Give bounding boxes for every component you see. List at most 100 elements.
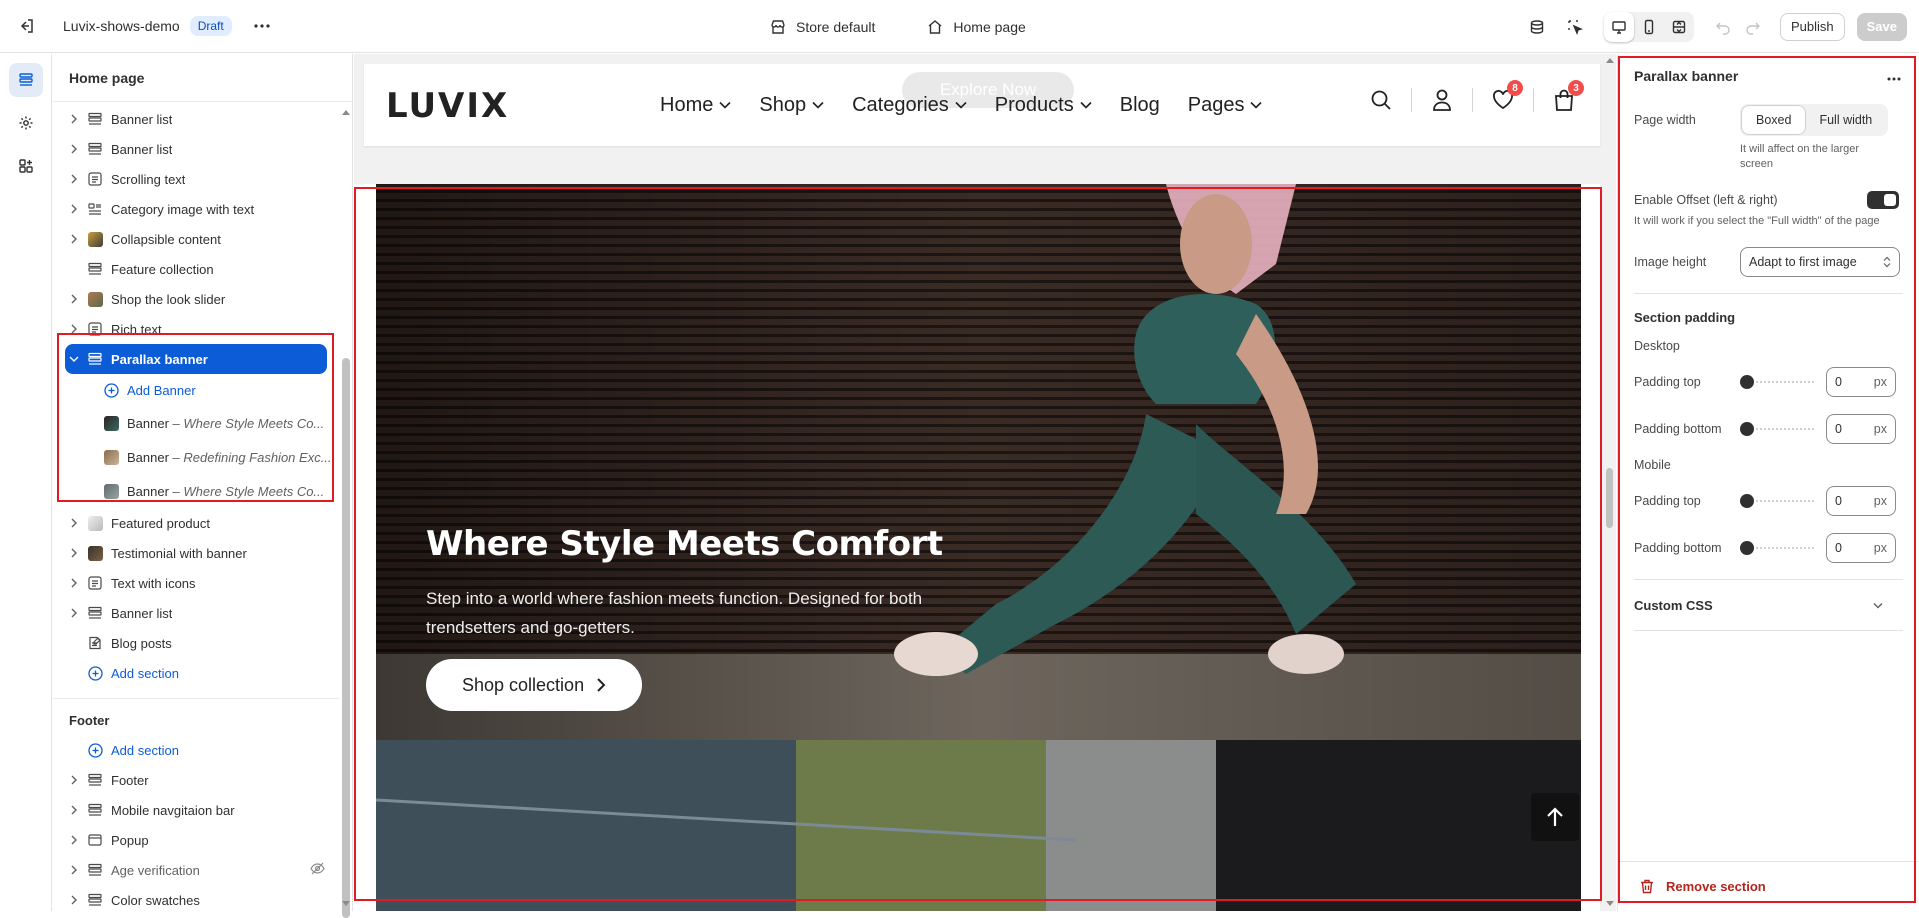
preview-scrollbar[interactable]: [1603, 54, 1616, 911]
redo-button[interactable]: [1738, 12, 1768, 42]
image-text-icon: [87, 201, 103, 217]
chevron-right-icon[interactable]: [67, 234, 81, 244]
sections-sidebar: Home page Banner list Banner list Scroll…: [53, 54, 353, 918]
block-item[interactable]: Banner – Where Style Meets Co...: [53, 474, 339, 508]
shop-collection-button[interactable]: Shop collection: [426, 659, 643, 711]
nav-item-home[interactable]: Home: [660, 94, 731, 117]
cart-icon[interactable]: 3: [1552, 80, 1584, 112]
publish-button[interactable]: Publish: [1779, 12, 1845, 41]
nav-item-blog[interactable]: Blog: [1120, 94, 1160, 117]
nav-item-products[interactable]: Products: [995, 94, 1092, 117]
mobile-padding-top-slider[interactable]: [1740, 493, 1816, 509]
add-footer-section-button[interactable]: Add section: [53, 735, 339, 765]
offset-toggle[interactable]: [1867, 191, 1899, 209]
settings-more-button[interactable]: [1887, 68, 1901, 84]
mobile-padding-top-input[interactable]: 0 px: [1826, 486, 1896, 516]
parallax-banner-section[interactable]: Where Style Meets Comfort Step into a wo…: [354, 184, 1600, 911]
undo-button[interactable]: [1708, 12, 1738, 42]
eye-off-icon[interactable]: [310, 862, 325, 878]
chevron-right-icon[interactable]: [67, 865, 81, 875]
theme-settings-tab-button[interactable]: [9, 106, 43, 140]
desktop-padding-top-slider[interactable]: [1740, 374, 1816, 390]
chevron-right-icon[interactable]: [67, 608, 81, 618]
fullscreen-view-button[interactable]: [1664, 12, 1694, 42]
section-item[interactable]: Feature collection: [53, 254, 339, 284]
mobile-padding-bottom-input[interactable]: 0 px: [1826, 533, 1896, 563]
account-icon[interactable]: [1430, 88, 1454, 112]
more-actions-button[interactable]: [248, 12, 276, 40]
add-banner-button[interactable]: Add Banner: [53, 374, 339, 406]
chevron-right-icon[interactable]: [67, 174, 81, 184]
desktop-padding-top-input[interactable]: 0 px: [1826, 367, 1896, 397]
section-item[interactable]: Featured product: [53, 508, 339, 538]
section-item[interactable]: Footer: [53, 765, 339, 795]
section-item[interactable]: Category image with text: [53, 194, 339, 224]
custom-css-accordion[interactable]: Custom CSS: [1618, 580, 1919, 630]
section-item[interactable]: Color swatches: [53, 885, 339, 911]
chevron-right-icon[interactable]: [67, 324, 81, 334]
chevron-right-icon[interactable]: [67, 835, 81, 845]
mobile-padding-bottom-slider[interactable]: [1740, 540, 1816, 556]
store-context-label: Store default: [796, 18, 876, 35]
section-item-parallax-banner[interactable]: Parallax banner: [65, 344, 327, 374]
store-context-selector[interactable]: Store default: [770, 19, 875, 35]
section-item[interactable]: Banner list: [53, 134, 339, 164]
section-item[interactable]: Mobile navgitaion bar: [53, 795, 339, 825]
image-height-select[interactable]: Adapt to first image: [1740, 247, 1900, 277]
desktop-padding-bottom-slider[interactable]: [1740, 421, 1816, 437]
mobile-view-button[interactable]: [1634, 12, 1664, 42]
section-item[interactable]: Scrolling text: [53, 164, 339, 194]
nav-item-shop[interactable]: Shop: [759, 94, 824, 117]
inspector-button[interactable]: [1560, 12, 1590, 42]
chevron-right-icon: [597, 678, 606, 692]
chevron-right-icon[interactable]: [67, 578, 81, 588]
section-item[interactable]: Banner list: [53, 104, 339, 134]
save-button[interactable]: Save: [1856, 12, 1907, 41]
section-label: Footer: [111, 772, 149, 788]
desktop-padding-bottom-label: Padding bottom: [1634, 422, 1722, 436]
section-item[interactable]: Blog posts: [53, 628, 339, 658]
block-item[interactable]: Banner – Redefining Fashion Exc...: [53, 440, 339, 474]
page-width-full-option[interactable]: Full width: [1805, 106, 1886, 134]
desktop-view-button[interactable]: [1603, 11, 1634, 42]
desktop-padding-bottom-input[interactable]: 0 px: [1826, 414, 1896, 444]
section-item[interactable]: Testimonial with banner: [53, 538, 339, 568]
chevron-right-icon[interactable]: [67, 114, 81, 124]
page-selector[interactable]: Home page: [927, 18, 1026, 35]
chevron-right-icon[interactable]: [67, 805, 81, 815]
wishlist-icon[interactable]: 8: [1491, 80, 1523, 112]
exit-button[interactable]: [0, 0, 53, 53]
apps-tab-button[interactable]: [9, 149, 43, 183]
sections-tab-button[interactable]: [9, 63, 43, 97]
section-item[interactable]: Age verification: [53, 855, 339, 885]
remove-section-button[interactable]: Remove section: [1618, 861, 1918, 911]
section-item[interactable]: Shop the look slider: [53, 284, 339, 314]
chevron-right-icon[interactable]: [67, 548, 81, 558]
scroll-to-top-button[interactable]: [1531, 793, 1579, 841]
chevron-down-icon[interactable]: [67, 355, 81, 363]
search-icon[interactable]: [1369, 88, 1393, 112]
section-item[interactable]: Banner list: [53, 598, 339, 628]
database-button[interactable]: [1522, 12, 1552, 42]
sidebar-scrollbar[interactable]: [340, 108, 350, 918]
section-item[interactable]: Rich text: [53, 314, 339, 344]
page-width-boxed-option[interactable]: Boxed: [1742, 106, 1806, 134]
block-item[interactable]: Banner – Where Style Meets Co...: [53, 406, 339, 440]
add-section-button[interactable]: Add section: [53, 658, 339, 688]
banner-list-icon: [87, 111, 103, 127]
nav-item-pages[interactable]: Pages: [1188, 94, 1263, 117]
chevron-right-icon[interactable]: [67, 518, 81, 528]
store-logo[interactable]: LUVIX: [386, 86, 509, 126]
chevron-right-icon[interactable]: [67, 895, 81, 905]
section-item[interactable]: Text with icons: [53, 568, 339, 598]
chevron-right-icon[interactable]: [67, 294, 81, 304]
chevron-right-icon[interactable]: [67, 144, 81, 154]
nav-item-categories[interactable]: Categories: [852, 94, 967, 117]
banner-thumbnail: [103, 483, 119, 499]
page-selector-label: Home page: [953, 18, 1026, 35]
section-item[interactable]: Collapsible content: [53, 224, 339, 254]
chevron-right-icon[interactable]: [67, 775, 81, 785]
fullscreen-icon: [1672, 20, 1686, 33]
section-item[interactable]: Popup: [53, 825, 339, 855]
chevron-right-icon[interactable]: [67, 204, 81, 214]
